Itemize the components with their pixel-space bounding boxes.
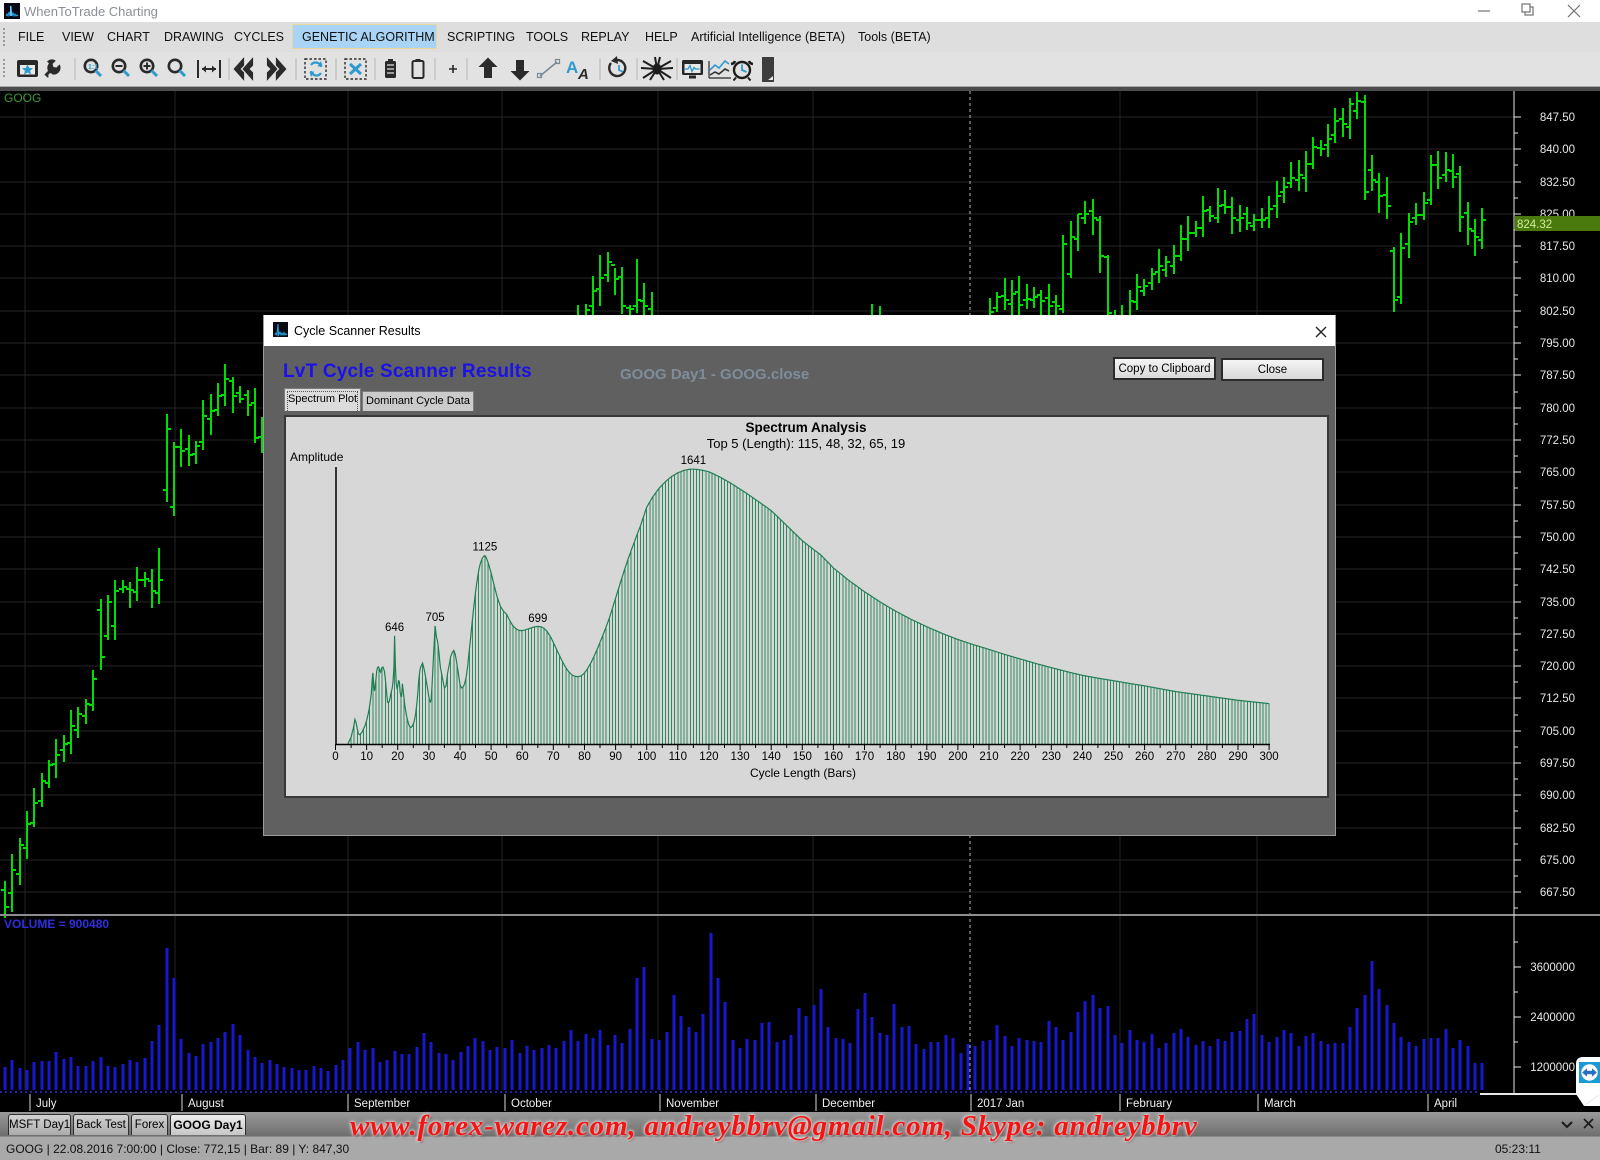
svg-text:70: 70 [547, 751, 560, 763]
svg-text:646: 646 [385, 622, 404, 634]
svg-text:780.00: 780.00 [1540, 403, 1575, 415]
svg-text:100: 100 [637, 751, 656, 763]
svg-text:September: September [354, 1098, 410, 1110]
svg-text:20: 20 [391, 751, 404, 763]
svg-text:750.00: 750.00 [1540, 532, 1575, 544]
svg-text:705: 705 [426, 612, 445, 624]
svg-text:682.50: 682.50 [1540, 823, 1575, 835]
svg-text:160: 160 [824, 751, 843, 763]
svg-text:772.50: 772.50 [1540, 435, 1575, 447]
svg-text:1641: 1641 [681, 455, 707, 467]
svg-text:240: 240 [1073, 751, 1092, 763]
svg-text:705.00: 705.00 [1540, 726, 1575, 738]
svg-text:A: A [577, 66, 589, 83]
svg-text:November: November [666, 1098, 719, 1110]
svg-text:3600000: 3600000 [1530, 962, 1575, 974]
svg-text:50: 50 [485, 751, 498, 763]
svg-text:280: 280 [1197, 751, 1216, 763]
svg-text:Top 5 (Length): 115, 48, 32, 6: Top 5 (Length): 115, 48, 32, 65, 19 [707, 436, 906, 451]
svg-text:110: 110 [669, 751, 687, 763]
svg-text:230: 230 [1042, 751, 1061, 763]
svg-text:Spectrum Analysis: Spectrum Analysis [745, 420, 866, 435]
svg-text:170: 170 [855, 751, 874, 763]
svg-text:Cycle Length (Bars): Cycle Length (Bars) [750, 766, 856, 780]
svg-text:690.00: 690.00 [1540, 790, 1575, 802]
svg-text:90: 90 [609, 751, 622, 763]
svg-text:0: 0 [332, 751, 338, 763]
svg-text:220: 220 [1011, 751, 1030, 763]
svg-text:210: 210 [979, 751, 998, 763]
svg-text:675.00: 675.00 [1540, 855, 1575, 867]
svg-text:GOOG: GOOG [4, 91, 41, 105]
svg-text:30: 30 [423, 751, 436, 763]
svg-text:A: A [566, 58, 578, 77]
svg-text:40: 40 [454, 751, 467, 763]
svg-text:130: 130 [731, 751, 750, 763]
svg-text:80: 80 [578, 751, 591, 763]
svg-text:697.50: 697.50 [1540, 758, 1575, 770]
svg-text:60: 60 [516, 751, 529, 763]
svg-text:March: March [1264, 1098, 1296, 1110]
svg-text:200: 200 [948, 751, 967, 763]
svg-text:270: 270 [1166, 751, 1185, 763]
svg-text:August: August [188, 1098, 225, 1110]
svg-text:140: 140 [762, 751, 781, 763]
svg-text:1125: 1125 [473, 542, 498, 554]
svg-text:October: October [511, 1098, 552, 1110]
svg-text:802.50: 802.50 [1540, 306, 1575, 318]
svg-text:300: 300 [1260, 751, 1279, 763]
svg-text:840.00: 840.00 [1540, 144, 1575, 156]
svg-text:699: 699 [528, 613, 547, 625]
svg-text:1200000: 1200000 [1530, 1062, 1575, 1074]
svg-text:757.50: 757.50 [1540, 500, 1575, 512]
svg-text:April: April [1434, 1098, 1457, 1110]
svg-text:667.50: 667.50 [1540, 887, 1575, 899]
svg-text:847.50: 847.50 [1540, 112, 1575, 124]
svg-text:832.50: 832.50 [1540, 177, 1575, 189]
svg-text:795.00: 795.00 [1540, 338, 1575, 350]
svg-text:120: 120 [699, 751, 718, 763]
svg-text:December: December [822, 1098, 875, 1110]
svg-text:720.00: 720.00 [1540, 661, 1575, 673]
svg-text:10: 10 [360, 751, 373, 763]
svg-text:712.50: 712.50 [1540, 693, 1575, 705]
svg-text:1:1: 1:1 [88, 64, 98, 71]
svg-text:190: 190 [917, 751, 936, 763]
svg-text:180: 180 [886, 751, 905, 763]
svg-text:742.50: 742.50 [1540, 564, 1575, 576]
svg-text:810.00: 810.00 [1540, 273, 1575, 285]
svg-text:February: February [1126, 1098, 1172, 1110]
svg-text:787.50: 787.50 [1540, 370, 1575, 382]
svg-text:290: 290 [1228, 751, 1247, 763]
svg-text:VOLUME = 900480: VOLUME = 900480 [4, 917, 109, 931]
svg-text:824.32: 824.32 [1517, 219, 1552, 231]
svg-text:July: July [36, 1098, 57, 1110]
svg-text:817.50: 817.50 [1540, 241, 1575, 253]
svg-text:2017 Jan: 2017 Jan [977, 1098, 1024, 1110]
svg-text:765.00: 765.00 [1540, 467, 1575, 479]
svg-text:250: 250 [1104, 751, 1123, 763]
svg-text:2400000: 2400000 [1530, 1012, 1575, 1024]
svg-text:727.50: 727.50 [1540, 629, 1575, 641]
svg-text:735.00: 735.00 [1540, 597, 1575, 609]
svg-text:260: 260 [1135, 751, 1154, 763]
svg-text:150: 150 [793, 751, 812, 763]
svg-text:Amplitude: Amplitude [290, 450, 344, 464]
